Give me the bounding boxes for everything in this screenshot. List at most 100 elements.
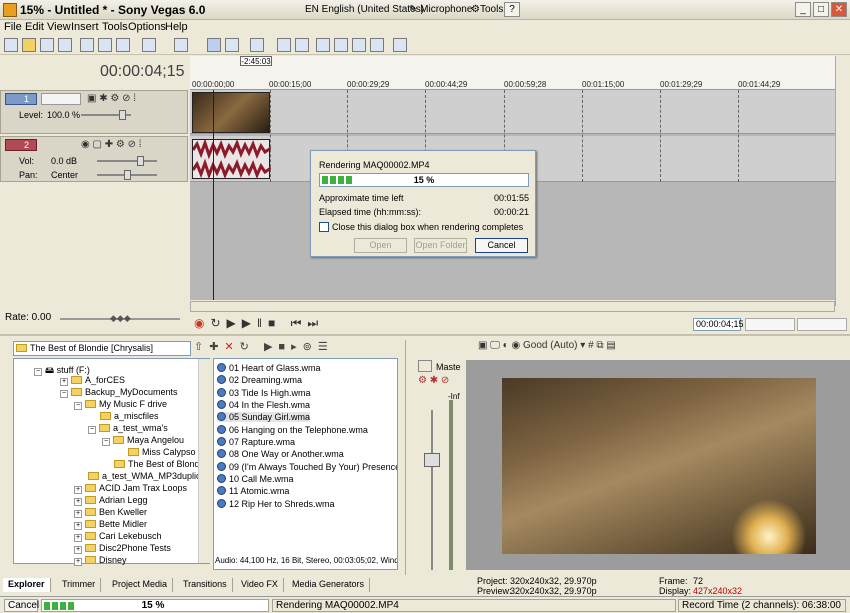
envelope-tool-icon[interactable] xyxy=(225,38,239,52)
track-fx-icons[interactable]: ▣ ✱ ⚙ ⊘ ⁞ xyxy=(87,93,136,104)
loop-icon[interactable]: ↻ xyxy=(210,316,226,330)
views-icon[interactable]: ☰ xyxy=(318,341,334,353)
pause-icon[interactable]: ‖ xyxy=(257,316,268,330)
split-screen-icon[interactable]: ◐ xyxy=(503,340,509,351)
refresh-icon[interactable]: ↻ xyxy=(240,341,255,353)
file-item[interactable]: 12 Rip Her to Shreds.wma xyxy=(217,499,335,509)
cursor-tool-icon[interactable] xyxy=(316,38,330,52)
search-icon[interactable]: ⊚ xyxy=(303,341,318,353)
tree-item[interactable]: a_miscfiles xyxy=(100,411,159,421)
tree-item[interactable]: + Cari Lekebusch xyxy=(74,531,162,542)
cancel-render-button[interactable]: Cancel xyxy=(475,238,528,253)
file-item[interactable]: 02 Dreaming.wma xyxy=(217,375,302,385)
tree-item[interactable]: − Backup_MyDocuments xyxy=(60,387,178,398)
open-icon[interactable] xyxy=(22,38,36,52)
tab-explorer[interactable]: Explorer xyxy=(3,578,51,592)
save-icon[interactable] xyxy=(40,38,54,52)
menu-view[interactable]: View xyxy=(47,21,71,33)
menu-options[interactable]: Options xyxy=(128,21,166,33)
copy-icon[interactable] xyxy=(98,38,112,52)
go-to-end-icon[interactable]: ⏭ xyxy=(307,316,324,330)
play-icon[interactable]: ▶ xyxy=(242,316,257,330)
explorer-toolbar[interactable]: ⇧✚✕↻ ▶■▸⊚☰ xyxy=(194,340,334,353)
file-item[interactable]: 08 One Way or Another.wma xyxy=(217,449,344,459)
menu-insert[interactable]: Insert xyxy=(71,21,99,33)
cut-icon[interactable] xyxy=(80,38,94,52)
tab-transitions[interactable]: Transitions xyxy=(178,578,233,592)
preview-stop-icon[interactable]: ■ xyxy=(278,341,291,353)
status-cancel-button[interactable]: Cancel xyxy=(4,599,39,612)
tree-item[interactable]: − Maya Angelou xyxy=(102,435,184,446)
redo-icon[interactable] xyxy=(174,38,188,52)
close-when-done-checkbox[interactable] xyxy=(319,222,329,232)
level-slider-thumb[interactable] xyxy=(119,110,126,120)
minimize-button[interactable]: _ xyxy=(795,2,811,17)
explorer-path-dropdown[interactable]: The Best of Blondie [Chrysalis] xyxy=(13,341,191,356)
loop-marker[interactable]: -2:45:03 xyxy=(240,56,272,66)
new-folder-icon[interactable]: ✚ xyxy=(209,341,224,353)
file-item[interactable]: 09 (I'm Always Touched By Your) Presence… xyxy=(217,462,397,472)
track-fx-icons[interactable]: ◉ ▢ ✚ ⚙ ⊘ ⁞ xyxy=(81,139,142,150)
expander-icon[interactable]: − xyxy=(102,438,110,446)
tree-item[interactable]: + Disney xyxy=(74,555,127,566)
selection-start-field[interactable] xyxy=(745,318,795,331)
expander-icon[interactable]: − xyxy=(88,426,96,434)
file-item[interactable]: 06 Hanging on the Telephone.wma xyxy=(217,425,368,435)
master-fader-thumb[interactable] xyxy=(424,453,440,467)
undo-icon[interactable] xyxy=(142,38,156,52)
tools-button[interactable]: ⚙Tools xyxy=(471,4,503,15)
expander-icon[interactable]: + xyxy=(74,486,82,494)
preview-play-icon[interactable]: ▶ xyxy=(264,341,278,353)
menu-file[interactable]: File xyxy=(4,21,22,33)
transport-position[interactable]: 00:00:04;15 xyxy=(693,318,744,331)
external-monitor-icon[interactable]: 🖵 xyxy=(490,340,500,351)
lock-envelopes-icon[interactable] xyxy=(295,38,309,52)
stop-icon[interactable]: ■ xyxy=(268,316,281,330)
file-item[interactable]: 04 In the Flesh.wma xyxy=(217,400,310,410)
file-item[interactable]: 11 Atomic.wma xyxy=(217,486,289,496)
tree-item[interactable]: + Adrian Legg xyxy=(74,495,148,506)
mixer-fx-icons[interactable]: ⚙ ✱ ⊘ xyxy=(418,375,449,386)
level-slider[interactable] xyxy=(81,110,131,120)
pane-splitter[interactable] xyxy=(0,334,850,336)
auto-ripple-icon[interactable] xyxy=(277,38,291,52)
close-button[interactable]: ✕ xyxy=(831,2,847,17)
grid-icon[interactable]: # xyxy=(588,340,594,351)
menu-help[interactable]: Help xyxy=(165,21,188,33)
audio-event-clip[interactable] xyxy=(191,138,272,180)
open-folder-button[interactable]: Open Folder xyxy=(414,238,467,253)
auto-preview-icon[interactable]: ▸ xyxy=(291,341,303,353)
microphone-button[interactable]: ✎ Microphone xyxy=(409,4,472,15)
up-folder-icon[interactable]: ⇧ xyxy=(194,341,209,353)
expander-icon[interactable]: + xyxy=(74,498,82,506)
expander-icon[interactable]: + xyxy=(74,510,82,518)
timeline-vertical-scrollbar[interactable] xyxy=(835,56,850,306)
open-button[interactable]: Open xyxy=(354,238,407,253)
vol-slider-thumb[interactable] xyxy=(137,156,144,166)
file-item[interactable]: 03 Tide Is High.wma xyxy=(217,388,311,398)
normal-edit-tool-icon[interactable] xyxy=(207,38,221,52)
video-track-number[interactable]: 1 xyxy=(5,93,37,105)
timeline-horizontal-scrollbar[interactable] xyxy=(190,301,835,312)
copy-snapshot-icon[interactable]: ⧉ xyxy=(596,340,603,351)
expander-icon[interactable]: + xyxy=(74,558,82,566)
tree-item[interactable]: + Bette Midler xyxy=(74,519,147,530)
explorer-folder-tree[interactable]: − 🖴 stuff (F:) + A_forCES − Backup_MyDocume… xyxy=(13,358,210,566)
tree-scrollbar[interactable] xyxy=(198,359,210,563)
zoom-icon[interactable] xyxy=(370,38,384,52)
go-to-start-icon[interactable]: ⏮ xyxy=(291,316,308,330)
file-item[interactable]: 10 Call Me.wma xyxy=(217,474,294,484)
transport-controls[interactable]: ◉↻▶▶‖■ ⏮⏭ xyxy=(194,316,324,331)
rate-slider-thumb[interactable]: ◆◆◆ xyxy=(110,313,131,323)
rate-slider[interactable]: ◆◆◆ xyxy=(60,313,180,323)
tree-item[interactable]: a_test_WMA_MP3duplicate xyxy=(88,471,199,481)
record-icon[interactable]: ◉ xyxy=(194,316,210,330)
split-icon[interactable] xyxy=(334,38,348,52)
tab-project-media[interactable]: Project Media xyxy=(107,578,174,592)
tree-item[interactable]: + Ben Kweller xyxy=(74,507,147,518)
audio-track-number[interactable]: 2 xyxy=(5,139,37,151)
preview-quality-dropdown[interactable]: Good (Auto) ▾ xyxy=(523,340,585,351)
pan-slider-thumb[interactable] xyxy=(124,170,131,180)
tree-item[interactable]: + ACID Jam Trax Loops xyxy=(74,483,187,494)
language-bar[interactable]: EN English (United States) xyxy=(305,4,424,15)
